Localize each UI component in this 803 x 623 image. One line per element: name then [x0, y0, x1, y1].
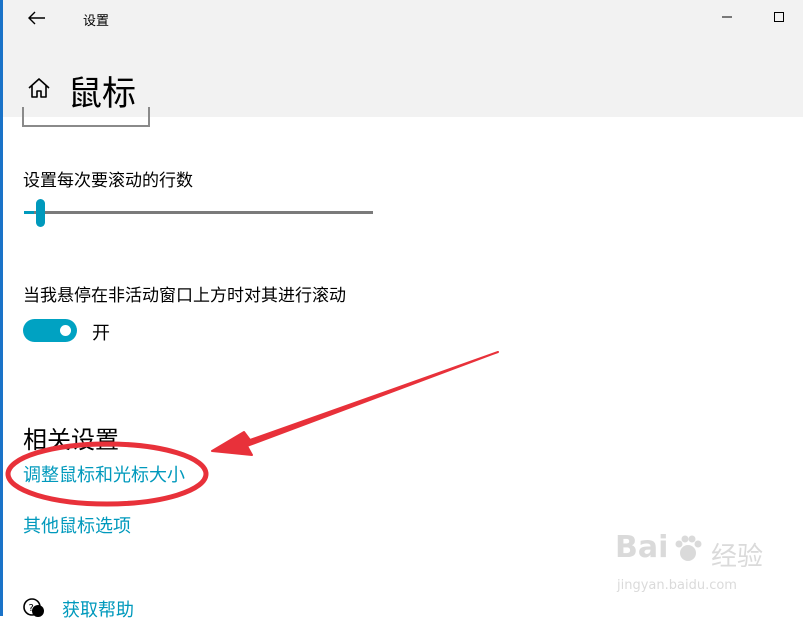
slider-fill — [24, 211, 35, 214]
home-button[interactable] — [25, 74, 53, 102]
inactive-scroll-label: 当我悬停在非活动窗口上方时对其进行滚动 — [23, 286, 346, 306]
slider-thumb[interactable] — [36, 199, 46, 227]
baidu-watermark: Bai 经验 jingyan.baidu.com — [615, 530, 795, 610]
scroll-lines-slider[interactable] — [24, 211, 373, 214]
related-settings-heading: 相关设置 — [23, 426, 119, 454]
minimize-button[interactable] — [711, 4, 743, 30]
annotation-arrow — [211, 351, 499, 456]
maximize-icon — [774, 12, 784, 22]
paw-icon — [675, 535, 702, 561]
watermark-url: jingyan.baidu.com — [617, 578, 737, 593]
window-title: 设置 — [83, 14, 110, 29]
page-header: 鼠标 — [3, 40, 803, 117]
toggle-state-text: 开 — [92, 323, 110, 344]
watermark-brand: Bai — [615, 530, 669, 565]
maximize-button[interactable] — [763, 4, 795, 30]
toggle-knob — [60, 325, 71, 336]
watermark-brand-2: 经验 — [711, 542, 764, 572]
back-button[interactable] — [23, 6, 51, 30]
title-bar: 设置 — [3, 0, 803, 40]
other-mouse-options-link[interactable]: 其他鼠标选项 — [23, 512, 131, 538]
adjust-cursor-size-link[interactable]: 调整鼠标和光标大小 — [23, 461, 185, 487]
inactive-scroll-toggle[interactable] — [23, 319, 77, 342]
scrolled-dropdown-edge — [22, 107, 150, 127]
back-arrow-icon — [28, 11, 45, 25]
home-icon — [28, 78, 50, 98]
scroll-lines-label: 设置每次要滚动的行数 — [23, 171, 193, 191]
get-help-link[interactable]: 获取帮助 — [62, 596, 134, 622]
svg-text:?: ? — [29, 603, 34, 614]
minimize-icon — [722, 16, 732, 18]
